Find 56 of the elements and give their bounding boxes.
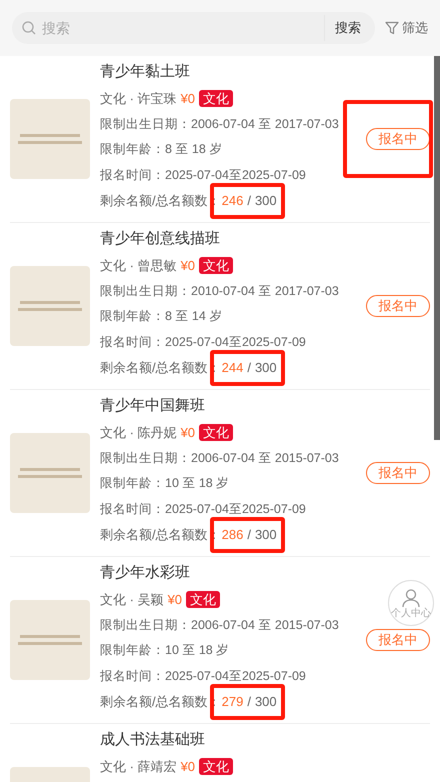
birth-date-limit: 限制出生日期：2010-07-04 至 2017-07-03: [100, 282, 339, 300]
price: ¥0: [180, 424, 196, 442]
course-title: 成人书法基础班: [100, 730, 205, 750]
age-limit: 限制年龄：8 至 18 岁: [100, 141, 222, 158]
register-button[interactable]: 报名中: [366, 128, 430, 150]
remaining-quota: 246: [222, 192, 244, 210]
category-tag: 文化: [199, 90, 234, 108]
profile-button[interactable]: 个人中心: [388, 580, 434, 626]
register-button[interactable]: 报名中: [366, 295, 430, 317]
search-icon: [22, 21, 36, 35]
price: ¥0: [180, 90, 196, 108]
user-icon: [401, 588, 421, 608]
quota-separator: /: [247, 192, 251, 210]
course-title: 青少年水彩班: [100, 562, 190, 583]
course-title: 青少年创意线描班: [100, 228, 220, 249]
category-teacher: 文化 · 陈丹妮: [100, 424, 177, 442]
total-quota: 300: [254, 526, 277, 544]
category-tag: 文化: [199, 758, 234, 776]
category-tag: 文化: [199, 257, 234, 274]
birth-date-limit: 限制出生日期：2006-07-04 至 2015-07-03: [100, 450, 339, 467]
birth-date-limit: 限制出生日期：2006-07-04 至 2017-07-03: [100, 116, 339, 133]
remaining-quota: 286: [222, 526, 244, 544]
register-button[interactable]: 报名中: [366, 629, 430, 651]
course-title: 青少年中国舞班: [100, 396, 205, 416]
total-quota: 300: [254, 693, 277, 711]
registration-period: 报名时间：2025-07-04至2025-07-09: [100, 668, 306, 685]
course-title: 青少年黏土班: [100, 62, 190, 82]
quota-separator: /: [247, 359, 251, 377]
registration-period: 报名时间：2025-07-04至2025-07-09: [100, 334, 306, 351]
remaining-quota: 244: [222, 359, 244, 377]
category-teacher: 文化 · 薛靖宏: [100, 758, 177, 776]
price: ¥0: [180, 257, 196, 275]
scrollbar[interactable]: [434, 56, 440, 440]
total-quota: 300: [254, 192, 277, 210]
age-limit: 限制年龄：10 至 18 岁: [100, 475, 230, 492]
birth-date-limit: 限制出生日期：2006-07-04 至 2015-07-03: [100, 616, 339, 634]
price: ¥0: [168, 591, 182, 609]
age-limit: 限制年龄：10 至 18 岁: [100, 642, 230, 660]
category-teacher: 文化 · 曾思敏: [100, 257, 177, 275]
category-teacher: 文化 · 许宝珠: [100, 90, 177, 108]
quota-separator: /: [247, 693, 251, 711]
total-quota: 300: [254, 359, 277, 377]
search-field[interactable]: 搜索 搜索: [12, 12, 375, 44]
registration-period: 报名时间：2025-07-04至2025-07-09: [100, 500, 306, 518]
search-button[interactable]: 搜索: [335, 18, 361, 38]
quota-separator: /: [247, 526, 251, 544]
price: ¥0: [180, 758, 196, 776]
category-tag: 文化: [186, 591, 220, 608]
funnel-icon: [385, 21, 399, 35]
age-limit: 限制年龄：8 至 14 岁: [100, 308, 222, 326]
filter-button[interactable]: 筛选: [385, 18, 428, 38]
category-tag: 文化: [199, 424, 234, 442]
register-button[interactable]: 报名中: [366, 462, 430, 484]
category-teacher: 文化 · 吴颖: [100, 591, 164, 609]
remaining-quota: 279: [222, 693, 244, 711]
registration-period: 报名时间：2025-07-04至2025-07-09: [100, 166, 306, 184]
